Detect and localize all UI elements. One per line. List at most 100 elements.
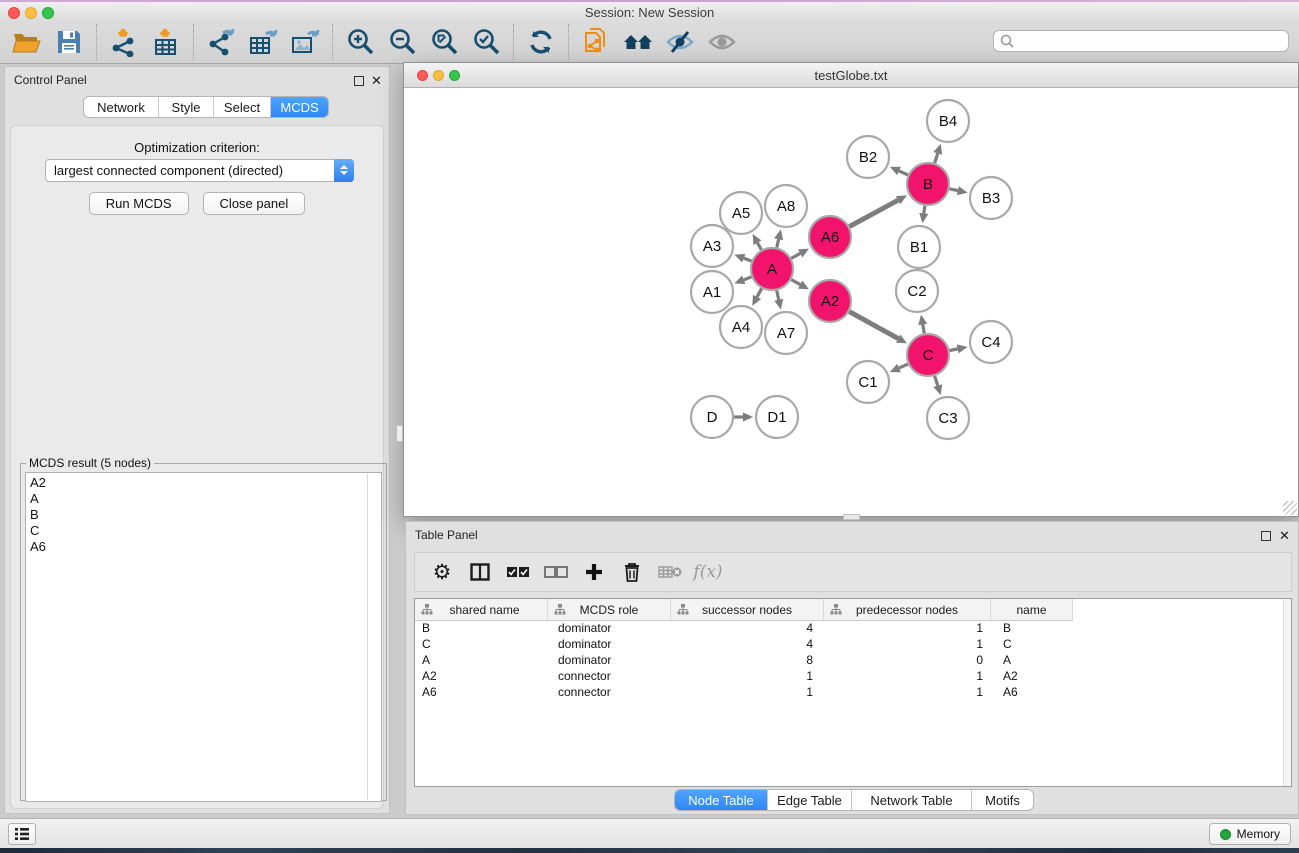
network-canvas[interactable]: B4B2BB3A5A8A6A3B1AA1C2A2A4A7C4CC1C3DD1 [404,88,1298,516]
show-hidden-button[interactable] [701,25,743,59]
column-header-name[interactable]: name [991,599,1073,620]
table-cell[interactable]: 8 [671,653,824,669]
open-session-button[interactable] [6,25,48,59]
memory-button[interactable]: Memory [1209,823,1291,845]
select-all-button[interactable] [499,556,537,588]
table-cell[interactable]: B [415,621,548,637]
graph-edge[interactable] [849,312,898,339]
table-cell[interactable]: 1 [824,685,991,701]
table-cell[interactable]: A6 [991,685,1073,701]
network-window-titlebar[interactable]: testGlobe.txt [404,63,1298,88]
graph-edge[interactable] [791,253,800,258]
mcds-result-list[interactable]: A2ABCA6 [25,472,382,802]
table-settings-button[interactable]: ⚙ [423,556,461,588]
table-cell[interactable]: C [991,637,1073,653]
column-header-mcds-role[interactable]: MCDS role [548,599,671,620]
result-scrollbar[interactable] [367,474,368,800]
graph-edge[interactable] [849,200,898,226]
graph-edge[interactable] [949,189,957,191]
graph-edge[interactable] [791,280,800,285]
table-row[interactable]: A2connector11A2 [415,669,1291,685]
table-row[interactable]: Adominator80A [415,653,1291,669]
horizontal-splitter-grip[interactable] [843,514,860,520]
refresh-layout-button[interactable] [520,25,562,59]
graph-edge[interactable] [899,171,908,175]
function-builder-button[interactable]: f(x) [689,556,727,588]
search-input[interactable] [1015,32,1288,50]
export-table-button[interactable] [242,25,284,59]
graph-edge[interactable] [924,206,925,214]
vertical-splitter-grip[interactable] [396,425,403,442]
table-cell[interactable]: A [991,653,1073,669]
result-list-item[interactable]: B [30,507,381,523]
delete-column-button[interactable] [613,556,651,588]
resize-grip-icon[interactable] [1283,501,1297,515]
run-mcds-button[interactable]: Run MCDS [89,192,189,215]
table-cell[interactable]: C [415,637,548,653]
table-cell[interactable]: dominator [548,621,671,637]
table-cell[interactable]: A2 [415,669,548,685]
table-cell[interactable]: B [991,621,1073,637]
table-cell[interactable]: A [415,653,548,669]
import-table-button[interactable] [145,25,187,59]
column-header-shared-name[interactable]: shared name [415,599,548,620]
control-panel-close-button[interactable]: ✕ [370,74,383,87]
save-session-button[interactable] [48,25,90,59]
table-row[interactable]: Bdominator41B [415,621,1291,637]
graph-edge[interactable] [777,239,779,247]
table-panel-float-button[interactable] [1259,529,1272,542]
table-cell[interactable]: connector [548,669,671,685]
column-header-predecessor-nodes[interactable]: predecessor nodes [824,599,991,620]
graph-edge[interactable] [757,243,761,250]
result-list-item[interactable]: A6 [30,539,381,555]
table-cell[interactable]: 4 [671,621,824,637]
control-panel-float-button[interactable] [352,74,365,87]
column-selector-button[interactable] [461,556,499,588]
column-header-successor-nodes[interactable]: successor nodes [671,599,824,620]
import-network-button[interactable] [103,25,145,59]
table-cell[interactable]: 1 [824,621,991,637]
graph-edge[interactable] [744,277,752,280]
table-row[interactable]: A6connector11A6 [415,685,1291,701]
tab-mcds[interactable]: MCDS [270,97,328,117]
tab-motifs[interactable]: Motifs [971,790,1033,810]
table-cell[interactable]: A6 [415,685,548,701]
export-network-button[interactable] [200,25,242,59]
graph-edge[interactable] [950,349,958,351]
zoom-fit-button[interactable] [423,25,465,59]
zoom-out-button[interactable] [381,25,423,59]
table-cell[interactable]: 4 [671,637,824,653]
graph-edge[interactable] [935,153,938,163]
result-list-item[interactable]: C [30,523,381,539]
table-cell[interactable]: dominator [548,637,671,653]
show-panels-button[interactable] [8,823,36,845]
table-cell[interactable]: 1 [824,637,991,653]
tab-network[interactable]: Network [84,97,158,117]
first-neighbors-button[interactable] [617,25,659,59]
graph-edge[interactable] [935,376,938,386]
delete-table-button[interactable] [651,556,689,588]
close-panel-button[interactable]: Close panel [203,192,306,215]
graph-edge[interactable] [923,325,925,334]
graph-edge[interactable] [757,288,762,297]
table-cell[interactable]: 1 [824,669,991,685]
table-cell[interactable]: dominator [548,653,671,669]
tab-style[interactable]: Style [158,97,213,117]
optimization-criterion-select[interactable]: largest connected component (directed) [45,159,354,182]
add-column-button[interactable] [575,556,613,588]
graph-edge[interactable] [744,258,752,261]
deselect-all-button[interactable] [537,556,575,588]
tab-select[interactable]: Select [213,97,270,117]
table-cell[interactable]: A2 [991,669,1073,685]
table-cell[interactable]: connector [548,685,671,701]
graph-edge[interactable] [777,290,779,299]
search-field[interactable] [993,30,1289,52]
export-image-button[interactable] [284,25,326,59]
tab-network-table[interactable]: Network Table [851,790,971,810]
table-cell[interactable]: 1 [671,669,824,685]
table-panel-close-button[interactable]: ✕ [1278,529,1291,542]
zoom-in-button[interactable] [339,25,381,59]
zoom-selected-button[interactable] [465,25,507,59]
table-row[interactable]: Cdominator41C [415,637,1291,653]
result-list-item[interactable]: A2 [30,475,381,491]
